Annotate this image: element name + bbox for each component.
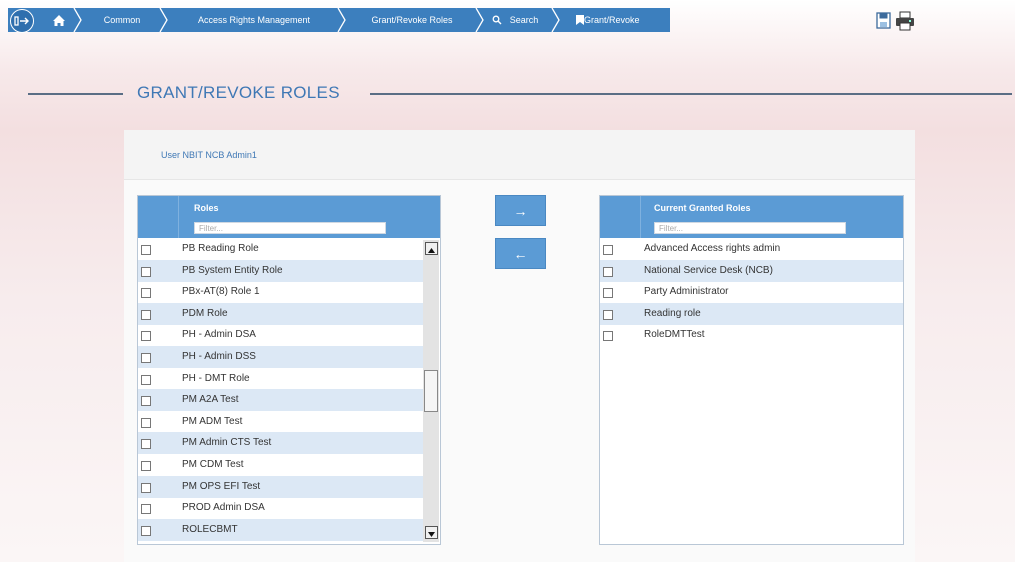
row-checkbox[interactable] [141,396,151,407]
granted-roles-list: Current Granted Roles Filter... Advanced… [599,195,904,545]
list-item[interactable]: Party Administrator [600,281,903,303]
breadcrumb-grant-revoke[interactable]: Grant/Revoke [564,8,668,32]
grant-role-button[interactable]: → [495,195,546,226]
list-item[interactable]: PM Admin CTS Test [138,432,423,455]
list-item[interactable]: PH - Admin DSA [138,324,423,346]
row-checkbox[interactable] [141,309,151,320]
row-checkbox[interactable] [603,245,613,255]
breadcrumb-common[interactable]: Common [86,8,158,32]
role-name: PM OPS EFI Test [182,480,261,492]
row-checkbox[interactable] [141,504,151,515]
breadcrumb-grant-revoke-roles[interactable]: Grant/Revoke Roles [350,8,474,32]
chevron-right-icon [159,8,168,32]
role-name: PROD Admin DSA [182,502,265,514]
role-name: PB System Entity Role [182,264,283,276]
list-item[interactable]: PM A2A Test [138,389,423,412]
exit-icon [14,16,29,26]
arrow-down-icon [428,532,435,537]
role-name: Advanced Access rights admin [644,243,781,254]
scroll-down-button[interactable] [425,526,438,539]
row-checkbox[interactable] [141,417,151,428]
row-checkbox[interactable] [141,525,151,536]
role-name: RoleDMTTest [644,329,705,341]
title-divider-left [28,93,123,95]
save-icon[interactable] [876,12,892,30]
chevron-right-icon [337,8,346,32]
role-name: National Service Desk (NCB) [644,264,773,276]
list-item[interactable]: PH - DMT Role [138,368,423,390]
breadcrumb-access-rights-management[interactable]: Access Rights Management [172,8,336,32]
list-item[interactable]: RoleDMTTest [600,324,903,346]
role-name: PM Admin CTS Test [182,437,272,449]
row-checkbox[interactable] [603,288,613,299]
list-item[interactable]: PBx-AT(8) Role 1 [138,281,423,303]
list-item[interactable]: PM ADM Test [138,411,423,433]
top-toolbar [876,10,916,32]
role-name: PH - Admin DSS [182,351,256,362]
breadcrumb-home[interactable] [46,8,72,32]
title-divider-right [370,93,1012,95]
granted-roles-header: Current Granted Roles Filter... [600,196,903,238]
role-name: PBx-AT(8) Role 1 [182,286,260,298]
breadcrumb: Common Access Rights Management Grant/Re… [8,8,670,32]
search-icon [492,15,502,25]
scroll-up-button[interactable] [425,242,438,255]
row-checkbox[interactable] [141,245,151,255]
chevron-right-icon [73,8,82,32]
role-name: PM CDM Test [182,459,244,470]
role-name: PDM Role [182,307,228,319]
role-name: PH - DMT Role [182,372,250,384]
row-checkbox[interactable] [141,266,151,277]
row-checkbox[interactable] [141,288,151,299]
list-item[interactable]: PDM Role [138,302,423,325]
arrow-left-icon: ← [513,246,528,262]
home-icon [53,15,65,26]
list-item[interactable]: ROLECBMT [138,518,423,541]
list-item[interactable]: Reading role [600,302,903,325]
chevron-right-icon [551,8,560,32]
list-item[interactable]: PM OPS EFI Test [138,475,423,498]
list-item[interactable]: PB Reading Role [138,238,423,260]
list-item[interactable]: PB System Entity Role [138,259,423,282]
print-icon[interactable] [895,11,915,31]
row-checkbox[interactable] [141,461,151,471]
available-roles-header: Roles Filter... [138,196,440,238]
arrow-right-icon: → [513,203,528,219]
revoke-role-button[interactable]: ← [495,238,546,269]
row-checkbox[interactable] [141,353,151,363]
chevron-right-icon [475,8,484,32]
row-checkbox[interactable] [141,439,151,450]
granted-roles-column-header: Current Granted Roles [654,203,751,213]
scroll-thumb[interactable] [424,370,438,412]
role-name: PB Reading Role [182,243,259,254]
user-label: User NBIT NCB Admin1 [161,150,257,160]
bookmark-icon [576,15,584,25]
breadcrumb-search[interactable]: Search [488,8,550,32]
row-checkbox[interactable] [603,309,613,320]
roles-scrollbar[interactable] [423,240,439,542]
row-checkbox[interactable] [603,266,613,277]
row-checkbox[interactable] [603,331,613,342]
role-name: ROLECBMT [182,523,238,535]
role-name: Reading role [644,307,701,319]
list-item[interactable]: Advanced Access rights admin [600,238,903,260]
role-name: PH - Admin DSA [182,329,256,341]
list-item[interactable]: PH - Admin DSS [138,346,423,368]
page-title: GRANT/REVOKE ROLES [137,83,340,102]
row-checkbox[interactable] [141,331,151,342]
role-name: PM A2A Test [182,394,239,406]
row-checkbox[interactable] [141,482,151,493]
available-roles-list: Roles Filter... PB Reading Role PB System… [137,195,441,545]
app-menu-button[interactable] [10,9,34,33]
granted-roles-filter-input[interactable]: Filter... [654,222,846,234]
arrow-up-icon [428,248,435,253]
roles-filter-input[interactable]: Filter... [194,222,386,234]
role-name: Party Administrator [644,286,729,298]
list-item[interactable]: PM CDM Test [138,454,423,476]
list-item[interactable]: National Service Desk (NCB) [600,259,903,282]
list-item[interactable]: PROD Admin DSA [138,497,423,519]
role-name: PM ADM Test [182,415,243,427]
roles-column-header: Roles [194,203,219,213]
row-checkbox[interactable] [141,374,151,385]
